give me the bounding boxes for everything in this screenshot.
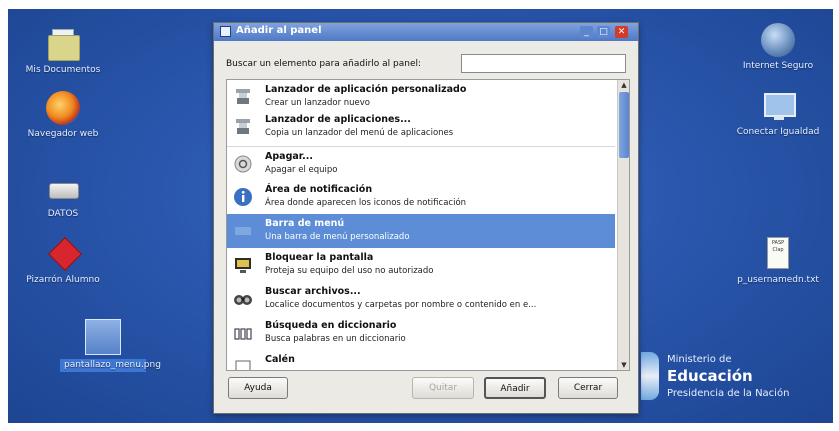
doc-preview-line: Clap	[772, 247, 784, 253]
desktop-icon-datos[interactable]: DATOS	[8, 171, 118, 219]
list-item[interactable]: Área de notificación Área donde aparecen…	[227, 180, 615, 214]
shield-icon	[641, 352, 659, 400]
desktop-icon-label: Pizarrón Alumno	[26, 275, 100, 285]
desktop-icon-pizarron[interactable]: Pizarrón Alumno	[8, 237, 118, 285]
add-button[interactable]: Añadir	[484, 377, 546, 399]
search-label: Buscar un elemento para añadirlo al pane…	[226, 59, 422, 69]
desktop-icon-internet[interactable]: Internet Seguro	[723, 23, 833, 71]
dialog-title: Añadir al panel	[236, 25, 322, 36]
ministry-line: Presidencia de la Nación	[667, 388, 790, 399]
help-button[interactable]: Ayuda	[228, 377, 288, 399]
item-title: Apagar...	[265, 151, 313, 162]
item-title: Bloquear la pantalla	[265, 252, 374, 263]
list-item[interactable]: Buscar archivos... Localice documentos y…	[227, 282, 615, 316]
info-icon	[234, 188, 252, 206]
panel-item-list[interactable]: Lanzador de aplicación personalizado Cre…	[226, 79, 630, 371]
list-item-selected[interactable]: Barra de menú Una barra de menú personal…	[227, 214, 615, 248]
desktop-icon-label: DATOS	[47, 209, 79, 219]
minimize-button[interactable]: _	[580, 26, 593, 38]
item-title: Buscar archivos...	[265, 286, 361, 297]
item-description: Busca palabras en un diccionario	[265, 334, 406, 344]
list-scrollbar[interactable]: ▲ ▼	[617, 80, 629, 370]
item-title: Lanzador de aplicaciones...	[265, 114, 411, 125]
ministry-line: Educación	[667, 367, 753, 385]
item-description: Copia un lanzador del menú de aplicacion…	[265, 128, 454, 138]
menubar-icon	[235, 227, 251, 235]
scroll-thumb[interactable]	[619, 92, 629, 158]
ministry-line: Ministerio de	[667, 354, 732, 365]
item-description: Una barra de menú personalizado	[265, 232, 410, 242]
item-title: Área de notificación	[265, 184, 373, 195]
firefox-icon	[46, 91, 80, 125]
window-icon	[220, 26, 231, 37]
search-icon	[234, 295, 252, 305]
close-button[interactable]: ✕	[615, 26, 628, 38]
ministry-logo: Ministerio de Educación Presidencia de l…	[641, 344, 833, 410]
search-input[interactable]	[461, 54, 626, 73]
desktop-icon-label: Conectar Igualdad	[736, 127, 820, 137]
list-item[interactable]: Bloquear la pantalla Proteja su equipo d…	[227, 248, 615, 282]
pizarron-icon	[46, 237, 82, 271]
text-file-icon: PASP Clap	[761, 237, 795, 271]
desktop-icon-label: Internet Seguro	[742, 61, 814, 71]
desktop-icon-conectar[interactable]: Conectar Igualdad	[723, 89, 833, 137]
desktop-icon-label: Navegador web	[27, 129, 99, 139]
launcher-icon	[236, 89, 250, 104]
scroll-down-arrow-icon[interactable]: ▼	[618, 360, 629, 370]
item-title: Calén	[265, 354, 295, 365]
list-item[interactable]: Lanzador de aplicación personalizado Cre…	[227, 80, 615, 114]
launcher-icon	[236, 119, 250, 134]
screenshot-frame: Mis Documentos Navegador web DATOS Pizar…	[0, 0, 839, 431]
monitor-icon	[761, 89, 796, 123]
list-item[interactable]: Lanzador de aplicaciones... Copia un lan…	[227, 110, 615, 144]
image-file-icon	[85, 319, 121, 355]
drive-icon	[46, 171, 80, 205]
dialog-titlebar[interactable]: Añadir al panel _ □ ✕	[214, 23, 638, 41]
desktop-icon-screenshot-file[interactable]: pantallazo_menu.png	[60, 319, 161, 372]
item-description: Localice documentos y carpetas por nombr…	[265, 300, 537, 310]
desktop-icon-browser[interactable]: Navegador web	[8, 91, 118, 139]
calendar-icon	[235, 360, 251, 370]
item-title: Barra de menú	[265, 218, 345, 229]
globe-icon	[761, 23, 795, 57]
lock-screen-icon	[235, 258, 251, 273]
list-item[interactable]: Calén	[227, 350, 615, 370]
add-to-panel-dialog: Añadir al panel _ □ ✕ Buscar un elemento…	[213, 22, 639, 414]
folder-icon	[46, 27, 80, 61]
desktop-icon-label: Mis Documentos	[25, 65, 101, 75]
list-item[interactable]: Búsqueda en diccionario Busca palabras e…	[227, 316, 615, 350]
close-dialog-button[interactable]: Cerrar	[558, 377, 618, 399]
item-title: Lanzador de aplicación personalizado	[265, 84, 467, 95]
dictionary-icon	[234, 328, 252, 340]
list-item[interactable]: Apagar... Apagar el equipo	[227, 146, 615, 181]
item-description: Crear un lanzador nuevo	[265, 98, 371, 108]
item-title: Búsqueda en diccionario	[265, 320, 397, 331]
desktop-icon-documents[interactable]: Mis Documentos	[8, 27, 118, 75]
desktop-icon-label: pantallazo_menu.png	[60, 359, 161, 372]
maximize-button[interactable]: □	[597, 26, 610, 38]
item-description: Proteja su equipo del uso no autorizado	[265, 266, 434, 276]
power-icon	[234, 155, 252, 173]
desktop-icon-textfile[interactable]: PASP Clap p_usernamedn.txt	[723, 237, 833, 285]
desktop-icon-label: p_usernamedn.txt	[737, 275, 819, 285]
scroll-up-arrow-icon[interactable]: ▲	[618, 80, 629, 90]
doc-preview-line: PASP	[771, 240, 785, 246]
item-description: Área donde aparecen los iconos de notifi…	[265, 198, 467, 208]
item-description: Apagar el equipo	[265, 165, 338, 175]
remove-button[interactable]: Quitar	[412, 377, 474, 399]
